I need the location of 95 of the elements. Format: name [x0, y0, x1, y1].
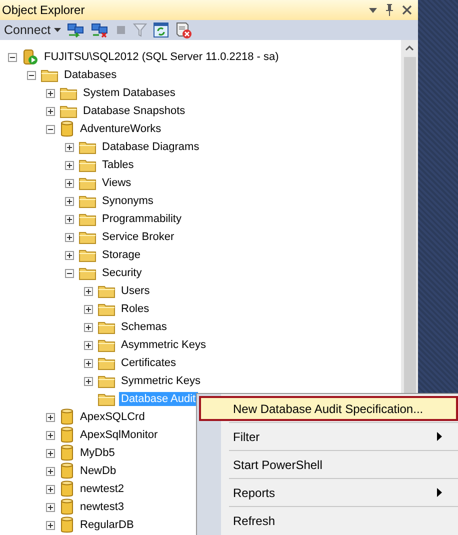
expander-icon[interactable] [65, 250, 74, 260]
menu-item[interactable]: Start PowerShell [199, 452, 458, 477]
expander-icon[interactable] [84, 304, 93, 314]
refresh-icon[interactable] [152, 22, 169, 38]
folder-icon [79, 266, 96, 280]
tree-node[interactable]: FUJITSU\SQL2012 (SQL Server 11.0.2218 - sa) [42, 50, 281, 64]
folder-icon [41, 68, 58, 82]
expander-icon[interactable] [84, 376, 93, 386]
tree-node[interactable]: newtest3 [78, 500, 126, 514]
database-icon [60, 444, 74, 462]
tree-node[interactable]: Views [100, 176, 134, 190]
tree-node[interactable]: Symmetric Keys [119, 374, 202, 388]
expander-icon[interactable] [65, 160, 74, 170]
folder-icon [79, 140, 96, 154]
tree-node[interactable]: Database Diagrams [100, 140, 202, 154]
tree-node[interactable]: Service Broker [100, 230, 176, 244]
dropdown-icon[interactable] [369, 8, 377, 12]
tree-node[interactable]: Schemas [119, 320, 169, 334]
tree-node[interactable]: Security [100, 266, 144, 280]
folder-icon [79, 230, 96, 244]
expander-icon[interactable] [84, 322, 93, 332]
expander-icon[interactable] [46, 520, 55, 530]
menu-item[interactable]: Filter [199, 424, 458, 449]
folder-icon [79, 248, 96, 262]
tree-node[interactable]: ApexSqlMonitor [78, 428, 160, 442]
expander-icon[interactable] [84, 340, 93, 350]
expander-icon[interactable] [65, 196, 74, 206]
folder-icon [98, 338, 115, 352]
folder-icon [79, 212, 96, 226]
menu-item[interactable]: Refresh [199, 508, 458, 533]
expander-icon[interactable] [46, 430, 55, 440]
database-icon [60, 120, 74, 138]
disconnect-icon[interactable] [90, 22, 109, 38]
expander-icon[interactable] [46, 448, 55, 458]
expander-icon[interactable] [46, 88, 55, 98]
database-icon [60, 480, 74, 498]
close-icon[interactable] [402, 5, 412, 15]
connect-button[interactable]: Connect [4, 23, 61, 37]
folder-icon [79, 194, 96, 208]
expander-icon[interactable] [65, 178, 74, 188]
caret-icon [54, 28, 61, 32]
expander-icon[interactable] [65, 142, 74, 152]
folder-icon [98, 392, 115, 406]
folder-icon [79, 158, 96, 172]
tree-node[interactable]: Synonyms [100, 194, 156, 208]
tree-node[interactable]: newtest2 [78, 482, 126, 496]
menu-item[interactable]: New Database Audit Specification... [199, 396, 458, 421]
tree-node[interactable]: Certificates [119, 356, 178, 370]
database-icon [60, 426, 74, 444]
tree-node[interactable]: NewDb [78, 464, 118, 478]
expander-icon[interactable] [8, 52, 17, 62]
folder-icon [98, 302, 115, 316]
folder-icon [98, 374, 115, 388]
folder-icon [60, 104, 77, 118]
pin-icon[interactable] [385, 4, 394, 16]
folder-icon [60, 86, 77, 100]
database-icon [60, 498, 74, 516]
database-icon [60, 516, 74, 534]
connect-icon[interactable] [66, 22, 85, 38]
expander-icon[interactable] [46, 484, 55, 494]
server-icon [22, 49, 38, 65]
tree-node[interactable]: Users [119, 284, 152, 298]
expander-icon[interactable] [84, 358, 93, 368]
tree-node[interactable]: Storage [100, 248, 143, 262]
expander-icon[interactable] [46, 106, 55, 116]
database-icon [60, 408, 74, 426]
tree-node[interactable]: AdventureWorks [78, 122, 164, 136]
tree-node[interactable]: Asymmetric Keys [119, 338, 208, 352]
folder-icon [98, 320, 115, 334]
tree-node[interactable]: Database Snapshots [81, 104, 188, 118]
folder-icon [98, 284, 115, 298]
tree-node[interactable]: ApexSQLCrd [78, 410, 147, 424]
tree-node[interactable]: Programmability [100, 212, 184, 226]
expander-icon[interactable] [46, 502, 55, 512]
expander-icon[interactable] [65, 268, 74, 278]
expander-icon[interactable] [46, 124, 55, 134]
expander-icon[interactable] [84, 286, 93, 296]
expander-icon[interactable] [65, 232, 74, 242]
expander-icon[interactable] [65, 214, 74, 224]
database-icon [60, 462, 74, 480]
tree-node[interactable]: System Databases [81, 86, 178, 100]
tree-node[interactable]: MyDb5 [78, 446, 117, 460]
expander-icon[interactable] [46, 466, 55, 476]
panel-title: Object Explorer [2, 3, 85, 17]
tree-node[interactable]: RegularDB [78, 518, 136, 532]
tree-node[interactable]: Databases [62, 68, 119, 82]
folder-icon [79, 176, 96, 190]
expander-icon[interactable] [46, 412, 55, 422]
menu-item[interactable]: Reports [199, 480, 458, 505]
expander-icon[interactable] [27, 70, 36, 80]
tree-node[interactable]: Tables [100, 158, 136, 172]
tree-node[interactable]: Roles [119, 302, 152, 316]
scroll-up-icon[interactable] [405, 45, 414, 51]
folder-icon [98, 356, 115, 370]
scroll-thumb[interactable] [404, 57, 416, 395]
